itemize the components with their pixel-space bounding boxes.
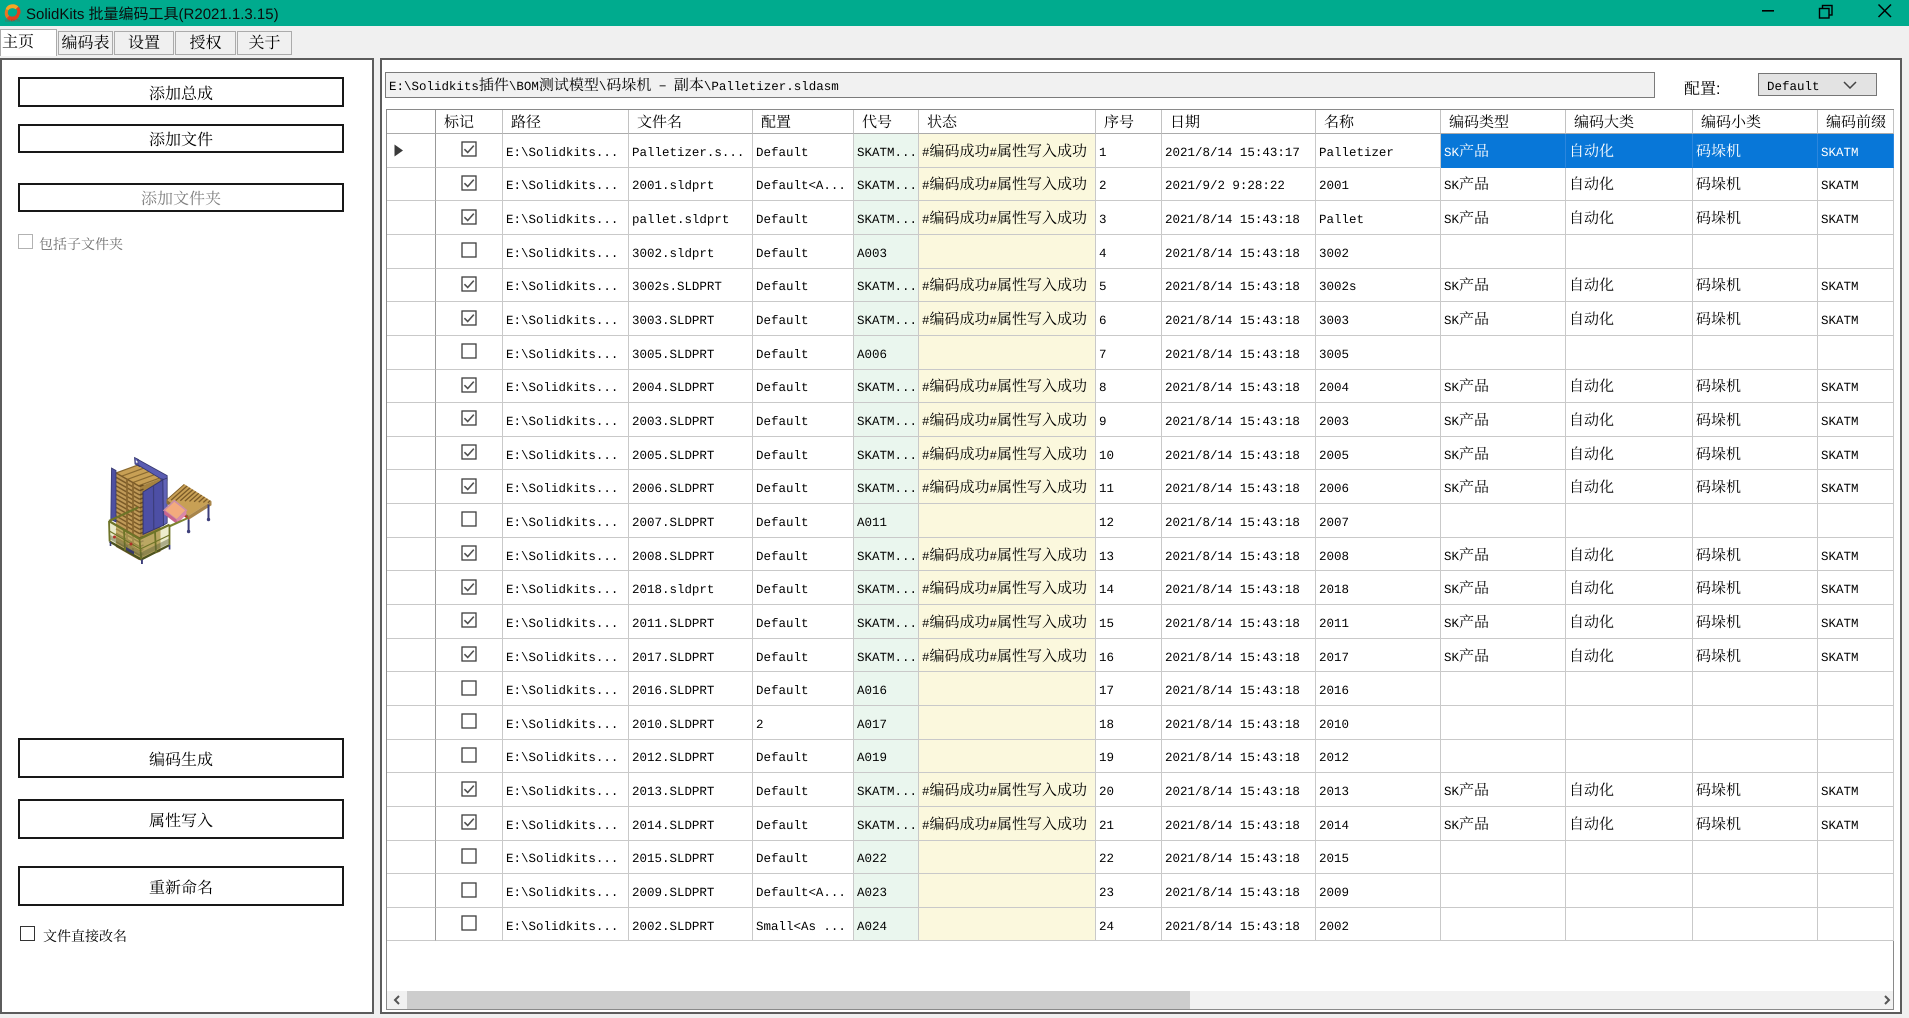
svg-text:SOLIDKITS: SOLIDKITS [5, 19, 20, 23]
